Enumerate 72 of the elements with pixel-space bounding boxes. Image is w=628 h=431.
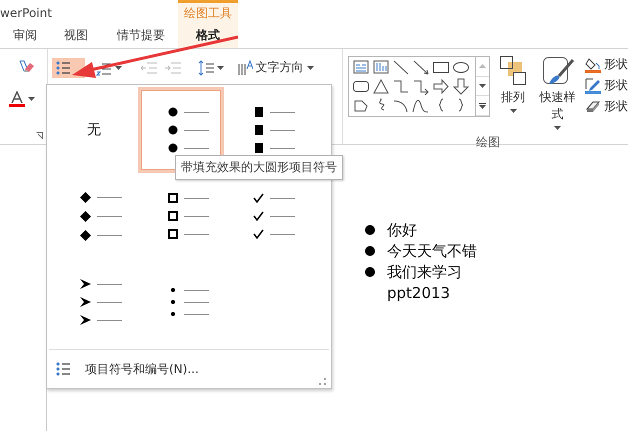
group-label: 绘图	[475, 134, 501, 151]
down-arrow-icon[interactable]	[452, 77, 470, 95]
round-bullet-icon	[168, 107, 178, 117]
shape-effects-icon	[585, 98, 601, 114]
arrow-bullet-icon	[80, 279, 91, 289]
shape-format-button[interactable]: 形状	[585, 98, 628, 115]
quick-styles-button[interactable]: 快速样式	[536, 56, 579, 130]
bullet-icon	[365, 267, 375, 277]
dot-bullet-icon	[170, 312, 174, 316]
app-title: werPoint	[0, 5, 53, 22]
square-bullet-icon	[254, 143, 264, 153]
bullet-text: 今天天气不错	[387, 241, 478, 262]
dialog-launcher-icon[interactable]	[36, 132, 44, 140]
arrow-bullet-icon	[80, 297, 91, 307]
bullet-text: 我们来学习ppt2013	[387, 262, 463, 304]
diamond-bullet-icon	[80, 230, 91, 240]
square-bullet-icon	[254, 125, 264, 135]
font-color-icon	[9, 91, 25, 107]
ribbon-tab[interactable]: 审阅	[2, 23, 48, 48]
dot-bullet-icon	[170, 300, 174, 304]
context-tab-label: 绘图工具	[178, 0, 238, 23]
resize-grip-icon[interactable]	[319, 378, 326, 385]
bullet-list-icon	[55, 361, 71, 377]
tooltip: 带填充效果的大圆形项目符号	[175, 155, 343, 180]
vertical-text-box-icon[interactable]	[372, 58, 390, 76]
caret-icon	[554, 126, 561, 130]
ribbon-tab[interactable]: 情节提要	[104, 23, 178, 48]
paint-bucket-icon	[585, 56, 601, 72]
bullet-text: 你好	[387, 220, 418, 241]
dot-bullet-icon	[170, 288, 174, 292]
diamond-bullet-icon	[80, 210, 91, 222]
caret-icon	[306, 66, 314, 70]
triangle-icon[interactable]	[372, 77, 390, 95]
round-bullet-icon	[168, 125, 178, 135]
text-direction-icon	[236, 60, 253, 76]
text-direction-button[interactable]: 文字方向	[234, 57, 316, 78]
arrow-bullet-icon	[80, 315, 91, 325]
check-bullet-icon	[253, 211, 264, 221]
text-box-icon[interactable]	[352, 58, 370, 76]
caret-icon	[28, 97, 35, 101]
caret-icon	[216, 66, 224, 70]
caret-icon	[114, 66, 122, 70]
pen-outline-icon	[585, 78, 601, 94]
bullet-icon	[365, 225, 375, 235]
caret-icon	[479, 84, 486, 88]
line-spacing-icon	[198, 60, 214, 76]
check-bullet-icon	[253, 229, 264, 239]
arrow-line-icon[interactable]	[412, 58, 430, 76]
ribbon-tab[interactable]: 格式	[178, 23, 238, 48]
up-caret-icon	[479, 64, 486, 68]
caret-icon	[510, 109, 516, 113]
bullet-icon	[365, 246, 375, 256]
bullet-list-icon	[54, 60, 71, 76]
bullets-and-numbering-item[interactable]: 项目符号和编号(N)...	[53, 358, 201, 380]
hollow-square-bullet-icon	[168, 211, 178, 221]
right-arrow-icon[interactable]	[432, 77, 450, 95]
check-bullet-icon	[253, 193, 264, 203]
eraser-icon[interactable]	[18, 59, 34, 75]
diamond-bullet-icon	[80, 192, 91, 202]
shape-format-button[interactable]: 形状	[585, 56, 628, 73]
expand-gallery-icon	[479, 102, 486, 109]
line-icon[interactable]	[392, 58, 410, 76]
bullets-button[interactable]	[52, 58, 85, 78]
hollow-square-bullet-icon	[168, 193, 178, 203]
shape-format-button[interactable]: 形状	[585, 77, 628, 94]
brush-style-icon	[540, 56, 574, 86]
round-bullet-icon	[168, 143, 178, 153]
square-bullet-icon	[254, 107, 264, 117]
arrange-button[interactable]: 排列	[496, 56, 530, 113]
ribbon-tab[interactable]: 视图	[48, 23, 104, 48]
hollow-square-bullet-icon	[168, 229, 178, 239]
arrange-icon	[498, 56, 528, 86]
